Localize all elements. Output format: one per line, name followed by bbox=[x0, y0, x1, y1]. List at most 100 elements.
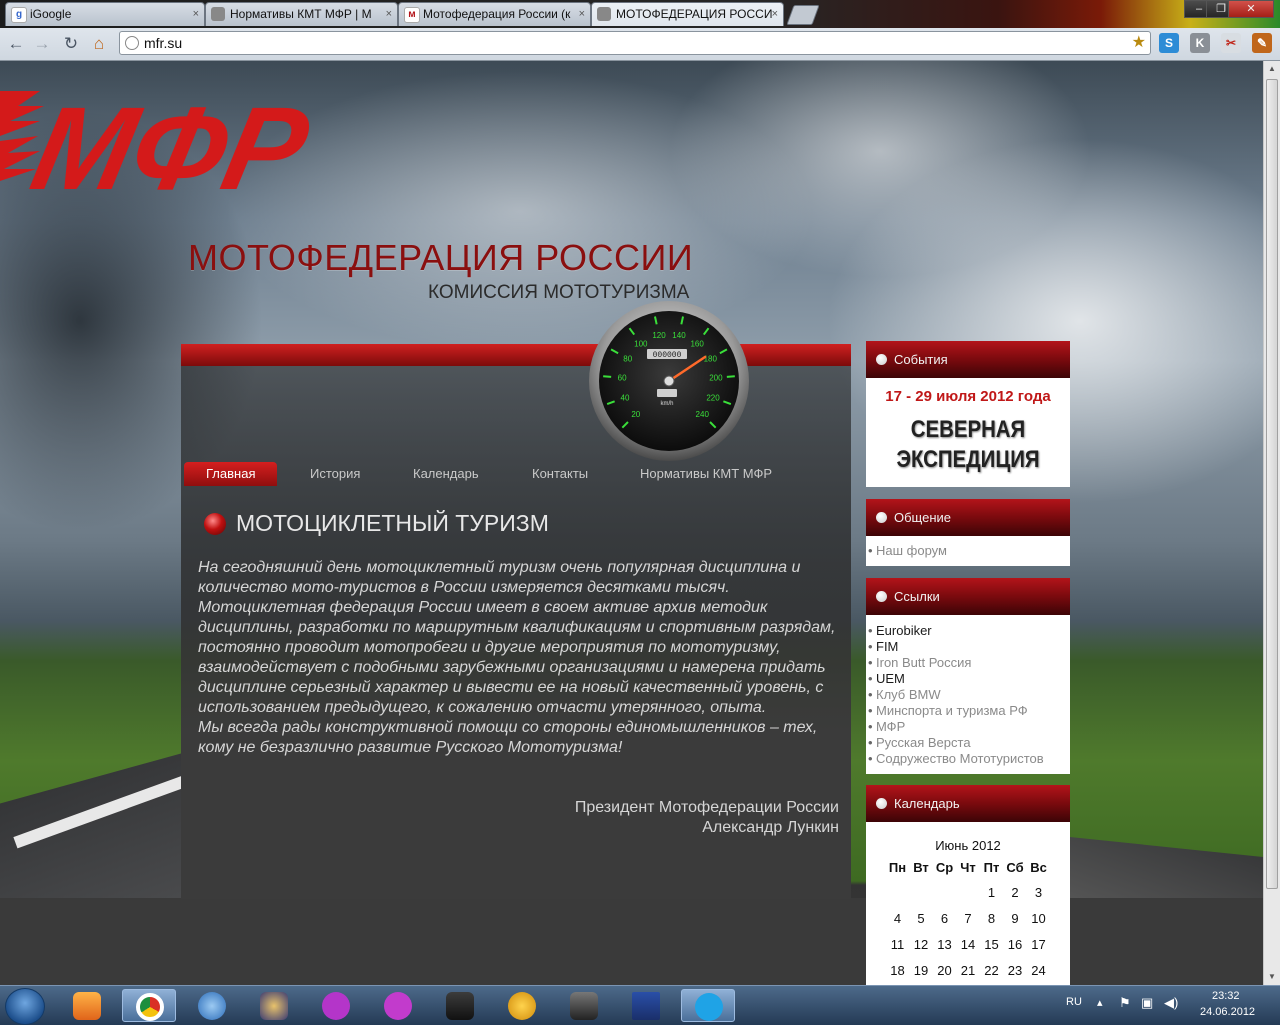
calendar-day[interactable]: 11 bbox=[886, 931, 910, 957]
calendar-day[interactable]: 2 bbox=[1003, 879, 1027, 905]
address-bar[interactable]: mfr.su ★ bbox=[119, 31, 1151, 55]
thunderbird-icon[interactable] bbox=[185, 989, 239, 1022]
clock-time[interactable]: 23:32 bbox=[1212, 990, 1240, 1002]
extension-skype-icon[interactable]: S bbox=[1159, 33, 1179, 53]
nav-calendar[interactable]: Календарь bbox=[413, 462, 479, 486]
community-widget-title: Общение bbox=[894, 510, 952, 525]
tab-close-icon[interactable]: × bbox=[386, 3, 392, 25]
scrollbar-thumb[interactable] bbox=[1266, 79, 1278, 889]
events-widget: События 17 - 29 июля 2012 года СЕВЕРНАЯ … bbox=[866, 341, 1070, 487]
new-tab-button[interactable] bbox=[786, 5, 820, 25]
clock-date[interactable]: 24.06.2012 bbox=[1200, 1006, 1255, 1018]
reload-icon[interactable]: ↻ bbox=[60, 33, 82, 55]
event-date: 17 - 29 июля 2012 года bbox=[885, 388, 1051, 405]
link-eurobiker[interactable]: Eurobiker bbox=[866, 623, 1070, 639]
close-window-button[interactable]: ✕ bbox=[1228, 0, 1274, 18]
extension-k-icon[interactable]: K bbox=[1190, 33, 1210, 53]
page-viewport: МФР МОТОФЕДЕРАЦИЯ РОССИИ КОМИССИЯ МОТОТУ… bbox=[0, 61, 1263, 985]
forum-link[interactable]: Наш форум bbox=[866, 543, 1070, 559]
calendar-day[interactable]: 17 bbox=[1027, 931, 1051, 957]
media-center-icon[interactable] bbox=[247, 989, 301, 1022]
action-center-flag-icon[interactable]: ⚑ bbox=[1119, 995, 1131, 1011]
calendar-day[interactable]: 24 bbox=[1027, 957, 1051, 983]
save-icon[interactable] bbox=[619, 989, 673, 1022]
calendar-day[interactable]: 1 bbox=[980, 879, 1004, 905]
printer-icon[interactable] bbox=[371, 989, 425, 1022]
calendar-week: 11 12 13 14 15 16 17 bbox=[886, 931, 1051, 957]
link-fim[interactable]: FIM bbox=[866, 639, 1070, 655]
network-icon[interactable]: ▣ bbox=[1141, 995, 1153, 1011]
calendar-day[interactable]: 3 bbox=[1027, 879, 1051, 905]
tab-close-icon[interactable]: × bbox=[579, 3, 585, 25]
calendar-week: 123 bbox=[886, 879, 1051, 905]
link-minsport[interactable]: Минспорта и туризма РФ bbox=[866, 703, 1070, 719]
event-banner[interactable]: 17 - 29 июля 2012 года СЕВЕРНАЯ ЭКСПЕДИЦ… bbox=[866, 378, 1070, 487]
home-icon[interactable]: ⌂ bbox=[88, 33, 110, 55]
calendar-weekday: Пт bbox=[983, 859, 1000, 875]
calendar-day[interactable]: 23 bbox=[1003, 957, 1027, 983]
calendar-day[interactable]: 6 bbox=[933, 905, 957, 931]
calendar-day[interactable]: 18 bbox=[886, 957, 910, 983]
link-mfr[interactable]: МФР bbox=[866, 719, 1070, 735]
portrait-icon[interactable] bbox=[557, 989, 611, 1022]
link-sodruzhestvo[interactable]: Содружество Мототуристов bbox=[866, 751, 1070, 767]
link-bmw-club[interactable]: Клуб BMW bbox=[866, 687, 1070, 703]
community-widget-header: Общение bbox=[866, 499, 1070, 536]
mfr-logo[interactable]: МФР bbox=[0, 81, 340, 196]
calendar-day[interactable]: 10 bbox=[1027, 905, 1051, 931]
calendar-month[interactable]: Июнь 2012 bbox=[866, 822, 1070, 853]
scroll-down-arrow-icon[interactable]: ▼ bbox=[1264, 969, 1280, 985]
nav-standards[interactable]: Нормативы КМТ МФР bbox=[640, 462, 772, 486]
browser-toolbar: ← → ↻ ⌂ mfr.su ★ S K ✂ ✎ bbox=[0, 28, 1280, 61]
daemon-tools-icon[interactable] bbox=[495, 989, 549, 1022]
calendar-day bbox=[909, 879, 933, 905]
speedometer-tick-label: 60 bbox=[618, 374, 627, 383]
wrench-menu-icon[interactable]: ✎ bbox=[1252, 33, 1272, 53]
back-arrow-icon[interactable]: ← bbox=[5, 33, 27, 55]
scroll-up-arrow-icon[interactable]: ▲ bbox=[1264, 61, 1280, 77]
calendar-day[interactable]: 4 bbox=[886, 905, 910, 931]
calendar-day[interactable]: 7 bbox=[956, 905, 980, 931]
media-player-icon[interactable] bbox=[60, 989, 114, 1022]
nav-home[interactable]: Главная bbox=[184, 462, 278, 486]
calendar-day[interactable]: 16 bbox=[1003, 931, 1027, 957]
calendar-day[interactable]: 20 bbox=[933, 957, 957, 983]
viber-icon[interactable] bbox=[309, 989, 363, 1022]
link-iron-butt[interactable]: Iron Butt Россия bbox=[866, 655, 1070, 671]
calendar-widget-header: Календарь bbox=[866, 785, 1070, 822]
bookmark-star-icon[interactable]: ★ bbox=[1132, 32, 1146, 54]
calendar-day[interactable]: 21 bbox=[956, 957, 980, 983]
calendar-day[interactable]: 22 bbox=[980, 957, 1004, 983]
nav-history[interactable]: История bbox=[310, 462, 360, 486]
vertical-scrollbar[interactable]: ▲ ▼ bbox=[1263, 61, 1280, 985]
calendar-day[interactable]: 19 bbox=[909, 957, 933, 983]
calendar-day[interactable]: 13 bbox=[933, 931, 957, 957]
calendar-day[interactable]: 8 bbox=[980, 905, 1004, 931]
tab-motofederation-active[interactable]: МОТОФЕДЕРАЦИЯ РОССИ × bbox=[591, 2, 784, 26]
tab-close-icon[interactable]: × bbox=[193, 3, 199, 25]
show-hidden-icons-icon[interactable]: ▴ bbox=[1097, 996, 1103, 1009]
link-russkaya-versta[interactable]: Русская Верста bbox=[866, 735, 1070, 751]
article-body: На сегодняшний день мотоциклетный туризм… bbox=[198, 558, 838, 758]
tab-close-icon[interactable]: × bbox=[772, 3, 778, 25]
start-button[interactable] bbox=[5, 988, 45, 1025]
extension-scissors-icon[interactable]: ✂ bbox=[1221, 33, 1241, 53]
tab-motofederation-old[interactable]: м Мотофедерация России (к × bbox=[398, 2, 591, 26]
calendar-day[interactable]: 15 bbox=[980, 931, 1004, 957]
calendar-day[interactable]: 9 bbox=[1003, 905, 1027, 931]
calendar-day[interactable]: 12 bbox=[909, 931, 933, 957]
skype-icon[interactable] bbox=[681, 989, 735, 1022]
calendar-weekday: Вс bbox=[1030, 859, 1047, 875]
chrome-icon[interactable] bbox=[122, 989, 176, 1022]
volume-icon[interactable]: ◀) bbox=[1164, 995, 1178, 1011]
tab-normativy[interactable]: Нормативы КМТ МФР | М × bbox=[205, 2, 398, 26]
calendar-day[interactable]: 5 bbox=[909, 905, 933, 931]
language-indicator[interactable]: RU bbox=[1066, 996, 1082, 1008]
steam-icon[interactable] bbox=[433, 989, 487, 1022]
tab-igoogle[interactable]: g iGoogle × bbox=[5, 2, 205, 26]
nav-contacts[interactable]: Контакты bbox=[532, 462, 588, 486]
link-uem[interactable]: UEM bbox=[866, 671, 1070, 687]
calendar-day[interactable]: 14 bbox=[956, 931, 980, 957]
forward-arrow-icon[interactable]: → bbox=[31, 33, 53, 55]
calendar-day bbox=[956, 879, 980, 905]
